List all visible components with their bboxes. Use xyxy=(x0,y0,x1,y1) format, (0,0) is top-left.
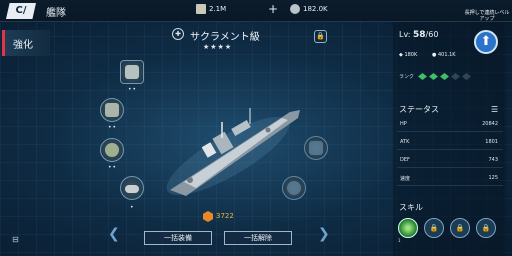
resource-1-icon xyxy=(196,4,206,14)
slot-3-dots: •• xyxy=(108,164,118,171)
list-icon[interactable]: ☰ xyxy=(491,105,498,114)
slot-2-dots: •• xyxy=(108,124,118,131)
gun-icon xyxy=(105,143,119,157)
skill-slot-3-locked[interactable]: 🔒 xyxy=(450,218,470,238)
skill-level: 1 xyxy=(398,238,401,243)
level-display: Lv: 58/60 xyxy=(399,30,438,40)
exp-resource: ◆ 180K xyxy=(399,52,418,58)
armor-icon xyxy=(125,65,139,79)
resource-2-icon xyxy=(290,4,300,14)
slot-4-dots: • xyxy=(130,204,135,211)
prev-ship-arrow[interactable]: ❮ xyxy=(108,226,120,242)
skill-slot-4-locked[interactable]: 🔒 xyxy=(476,218,496,238)
upgrade-hint: 長押しで連続レベルアップ xyxy=(464,10,510,22)
skill-title: スキル xyxy=(399,203,423,212)
lock-button[interactable]: 🔒 xyxy=(314,30,327,43)
status-title: ステータス xyxy=(399,105,439,114)
ship-stars: ★★★★ xyxy=(203,43,233,51)
turret-icon xyxy=(105,103,119,117)
coin-resource: ● 401.1K xyxy=(432,52,456,58)
equipment-slot-2[interactable] xyxy=(100,98,124,122)
tab-enhance[interactable]: 強化 xyxy=(2,30,50,56)
coin-resource-value: 401.1K xyxy=(437,52,456,58)
add-resource-button[interactable]: + xyxy=(268,2,278,16)
tab-enhance-label: 強化 xyxy=(13,40,33,51)
level-max: /60 xyxy=(425,30,439,39)
level-value: 58 xyxy=(413,30,426,40)
top-bar xyxy=(0,0,512,22)
stat-row-def: DEF 743 xyxy=(397,152,503,168)
resource-1: 2.1M xyxy=(196,4,226,14)
skill-slot-1[interactable]: ✦ xyxy=(398,218,418,238)
equip-all-button[interactable]: 一括装備 xyxy=(144,231,212,245)
slot-1-dots: •• xyxy=(128,86,138,93)
exp-resource-value: 180K xyxy=(404,52,418,58)
gallery-icon[interactable]: ⊟ xyxy=(12,235,19,244)
stat-row-hp: HP 20842 xyxy=(397,116,503,132)
stat-row-speed: 速度 125 xyxy=(397,170,503,186)
equipment-slot-4[interactable] xyxy=(120,176,144,200)
cost-value: 3722 xyxy=(216,212,234,220)
ship-name: サクラメント級 xyxy=(190,32,260,43)
stat-row-atk: ATK 1801 xyxy=(397,134,503,150)
level-up-button[interactable]: ⬆ xyxy=(474,30,498,54)
equipment-slot-1[interactable] xyxy=(120,60,144,84)
ship-class-icon: ✚ xyxy=(172,28,184,40)
resource-2: 182.0K xyxy=(290,4,328,14)
skill-slot-2-locked[interactable]: 🔒 xyxy=(424,218,444,238)
next-ship-arrow[interactable]: ❯ xyxy=(318,226,330,242)
ship-image[interactable] xyxy=(160,72,320,207)
page-title: 艦隊 xyxy=(46,8,66,19)
level-label: Lv: xyxy=(399,30,411,39)
resource-1-value: 2.1M xyxy=(209,5,227,13)
rank-label: ランク xyxy=(399,74,415,80)
equipment-slot-3[interactable] xyxy=(100,138,124,162)
resource-2-value: 182.0K xyxy=(303,5,328,13)
torpedo-icon xyxy=(125,185,139,193)
back-logo-button[interactable]: C/ xyxy=(6,3,36,19)
unequip-all-button[interactable]: 一括解除 xyxy=(224,231,292,245)
